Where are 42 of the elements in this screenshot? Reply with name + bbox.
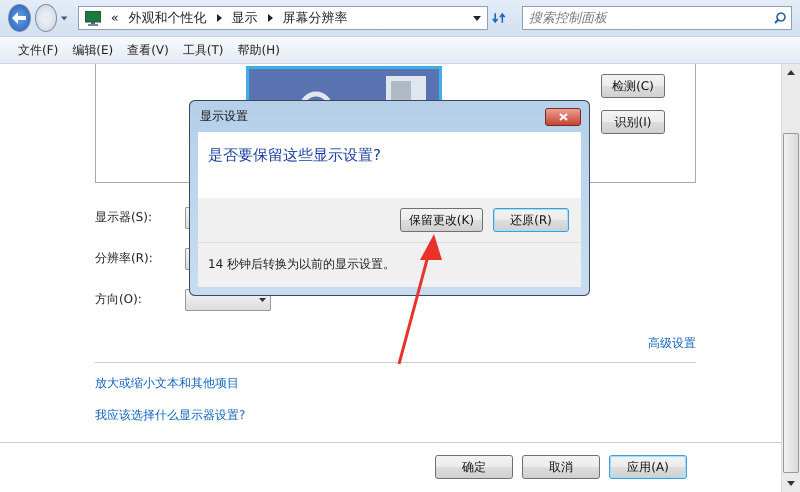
search-icon[interactable] (774, 12, 786, 24)
dialog-title: 显示设置 (200, 108, 248, 125)
dialog-button[interactable]: 保留更改(K) (400, 208, 483, 232)
menu-item[interactable]: 文件(F) (18, 42, 58, 58)
preview-button[interactable]: 识别(I) (601, 110, 665, 134)
monitor-drawing[interactable] (246, 66, 442, 103)
dialog-button[interactable]: 还原(R) (493, 208, 569, 232)
breadcrumb-item[interactable]: 屏幕分辨率 (282, 9, 348, 27)
menu-item[interactable]: 工具(T) (182, 42, 224, 58)
scroll-down-icon[interactable] (787, 481, 795, 486)
breadcrumb-item[interactable]: 显示 (232, 9, 258, 27)
dialog-action-button[interactable]: 确定 (435, 455, 513, 479)
chevron-right-icon[interactable] (268, 14, 273, 22)
chevron-right-icon[interactable] (216, 14, 222, 22)
help-link[interactable]: 我应该选择什么显示器设置? (95, 408, 246, 422)
close-button[interactable] (545, 108, 581, 126)
advanced-settings-link[interactable]: 高级设置 (648, 335, 696, 352)
dropdown-caret-icon[interactable] (472, 16, 481, 20)
menu-item[interactable]: 编辑(E) (72, 42, 114, 58)
menu-item[interactable]: 查看(V) (127, 42, 169, 58)
menu-item[interactable]: 帮助(H) (238, 42, 280, 58)
address-bar[interactable]: « 外观和个性化 显示 屏幕分辨率 (78, 6, 488, 30)
setting-label: 方向(O): (95, 291, 143, 308)
close-icon (558, 112, 568, 120)
back-button[interactable] (8, 4, 31, 32)
breadcrumb-separator: « (110, 10, 119, 26)
forward-button[interactable] (34, 4, 58, 32)
dialog-action-button[interactable]: 取消 (522, 455, 600, 479)
breadcrumb-item[interactable]: 外观和个性化 (128, 9, 207, 27)
dialog-question: 是否要保留这些显示设置? (208, 146, 381, 164)
setting-label: 显示器(S): (95, 209, 154, 226)
countdown-message: 14 秒钟后转换为以前的显示设置。 (207, 256, 396, 273)
refresh-icon[interactable] (492, 10, 506, 26)
help-link[interactable]: 放大或缩小文本和其他项目 (95, 376, 239, 390)
monitor-icon (84, 10, 101, 26)
dialog-action-button[interactable]: 应用(A) (609, 455, 687, 479)
scroll-up-icon[interactable] (787, 70, 795, 75)
preview-button[interactable]: 检测(C) (601, 74, 665, 98)
back-arrow-icon (12, 12, 26, 24)
setting-label: 分辨率(R): (95, 250, 154, 267)
search-field[interactable]: 搜索控制面板 (522, 6, 792, 30)
scrollbar[interactable] (781, 64, 800, 492)
